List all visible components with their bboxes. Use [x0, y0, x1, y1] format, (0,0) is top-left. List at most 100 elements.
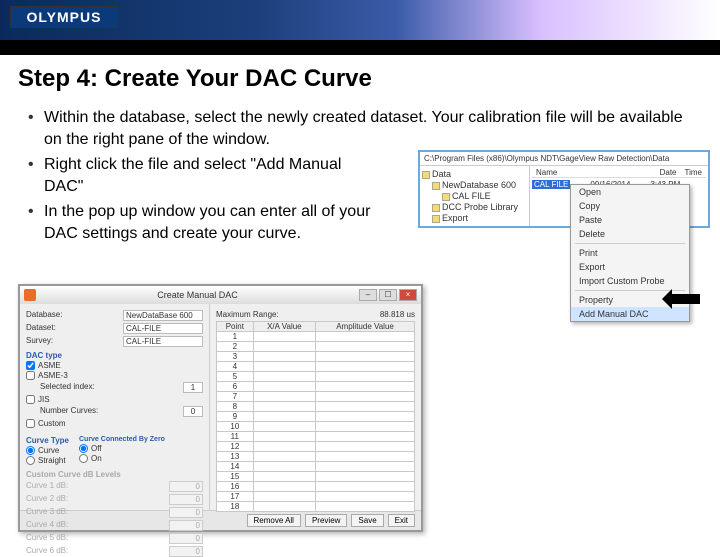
col-header: Date	[656, 168, 681, 177]
col-header: X/A Value	[253, 322, 315, 332]
amp-cell[interactable]	[316, 492, 415, 502]
point-cell: 16	[217, 482, 254, 492]
xa-cell[interactable]	[253, 392, 315, 402]
amp-cell[interactable]	[316, 452, 415, 462]
survey-field: CAL-FILE	[123, 336, 203, 347]
amp-cell[interactable]	[316, 422, 415, 432]
xa-cell[interactable]	[253, 352, 315, 362]
explorer-window: C:\Program Files (x86)\Olympus NDT\GageV…	[418, 150, 710, 228]
ctx-item[interactable]: Import Custom Probe	[571, 274, 689, 288]
amp-cell[interactable]	[316, 412, 415, 422]
dac-points-table[interactable]: Point X/A Value Amplitude Value 12345678…	[216, 321, 415, 512]
connected-option[interactable]: Off	[79, 444, 165, 453]
xa-cell[interactable]	[253, 402, 315, 412]
ctx-item-add-manual-dac[interactable]: Add Manual DAC	[571, 307, 689, 321]
tree-node[interactable]: Export	[442, 213, 468, 223]
xa-cell[interactable]	[253, 442, 315, 452]
xa-cell[interactable]	[253, 502, 315, 512]
point-cell: 14	[217, 462, 254, 472]
ctx-item[interactable]: Open	[571, 185, 689, 199]
xa-cell[interactable]	[253, 372, 315, 382]
point-cell: 13	[217, 452, 254, 462]
label: Curve 4 dB:	[26, 520, 68, 531]
database-field: NewDataBase 600	[123, 310, 203, 321]
tree-node[interactable]: DCC Probe Library	[442, 202, 518, 212]
point-cell: 1	[217, 332, 254, 342]
label: Curve 2 dB:	[26, 494, 68, 505]
amp-cell[interactable]	[316, 482, 415, 492]
ctx-separator	[575, 243, 685, 244]
exit-button[interactable]: Exit	[388, 514, 415, 527]
tree-pane: Data NewDatabase 600 CAL FILE DCC Probe …	[420, 166, 530, 226]
point-cell: 18	[217, 502, 254, 512]
xa-cell[interactable]	[253, 342, 315, 352]
label: Curve 3 dB:	[26, 507, 68, 518]
curve-db-field: 0	[169, 481, 203, 492]
xa-cell[interactable]	[253, 472, 315, 482]
xa-cell[interactable]	[253, 422, 315, 432]
xa-cell[interactable]	[253, 412, 315, 422]
app-icon	[24, 289, 36, 301]
brand-banner: OLYMPUS	[0, 0, 720, 40]
amp-cell[interactable]	[316, 332, 415, 342]
amp-cell[interactable]	[316, 352, 415, 362]
ctx-item[interactable]: Print	[571, 246, 689, 260]
ctx-item[interactable]: Copy	[571, 199, 689, 213]
xa-cell[interactable]	[253, 382, 315, 392]
amp-cell[interactable]	[316, 342, 415, 352]
bullet-item: In the pop up window you can enter all o…	[18, 201, 378, 244]
label: Selected index:	[40, 382, 95, 393]
amp-cell[interactable]	[316, 462, 415, 472]
amp-cell[interactable]	[316, 472, 415, 482]
amp-cell[interactable]	[316, 402, 415, 412]
point-cell: 8	[217, 402, 254, 412]
preview-button[interactable]: Preview	[305, 514, 347, 527]
amp-cell[interactable]	[316, 432, 415, 442]
point-cell: 5	[217, 372, 254, 382]
amp-cell[interactable]	[316, 392, 415, 402]
tree-node[interactable]: Data	[432, 169, 451, 179]
save-button[interactable]: Save	[351, 514, 383, 527]
point-cell: 15	[217, 472, 254, 482]
amp-cell[interactable]	[316, 442, 415, 452]
number-curves-field[interactable]: 0	[183, 406, 203, 417]
point-cell: 4	[217, 362, 254, 372]
dialog-title: Create Manual DAC	[157, 290, 238, 300]
point-cell: 3	[217, 352, 254, 362]
curve-type-option[interactable]: Straight	[26, 456, 69, 465]
xa-cell[interactable]	[253, 492, 315, 502]
col-header: Amplitude Value	[316, 322, 415, 332]
xa-cell[interactable]	[253, 452, 315, 462]
tree-node[interactable]: CAL FILE	[452, 191, 491, 201]
page-title: Step 4: Create Your DAC Curve	[18, 65, 702, 93]
label: Dataset:	[26, 323, 56, 334]
minimize-button[interactable]: –	[359, 289, 377, 301]
curve-db-field: 0	[169, 546, 203, 557]
ctx-item[interactable]: Paste	[571, 213, 689, 227]
connected-option[interactable]: On	[79, 454, 165, 463]
amp-cell[interactable]	[316, 362, 415, 372]
tree-node[interactable]: NewDatabase 600	[442, 180, 516, 190]
ctx-item[interactable]: Delete	[571, 227, 689, 241]
curve-type-option[interactable]: Curve	[26, 446, 69, 455]
xa-cell[interactable]	[253, 332, 315, 342]
amp-cell[interactable]	[316, 382, 415, 392]
file-item[interactable]: CAL FILE	[532, 180, 570, 189]
selected-index-field[interactable]: 1	[183, 382, 203, 393]
close-button[interactable]: ×	[399, 289, 417, 301]
section-heading: DAC type	[26, 351, 203, 360]
ctx-item[interactable]: Export	[571, 260, 689, 274]
amp-cell[interactable]	[316, 502, 415, 512]
col-header: Name	[532, 168, 656, 177]
maximize-button[interactable]: ☐	[379, 289, 397, 301]
xa-cell[interactable]	[253, 482, 315, 492]
dac-type-option[interactable]: JIS	[26, 395, 203, 404]
remove-all-button[interactable]: Remove All	[247, 514, 301, 527]
xa-cell[interactable]	[253, 362, 315, 372]
amp-cell[interactable]	[316, 372, 415, 382]
dac-type-option[interactable]: ASME-3	[26, 371, 203, 380]
dac-type-option[interactable]: Custom	[26, 419, 203, 428]
dac-type-option[interactable]: ASME	[26, 361, 203, 370]
xa-cell[interactable]	[253, 462, 315, 472]
xa-cell[interactable]	[253, 432, 315, 442]
